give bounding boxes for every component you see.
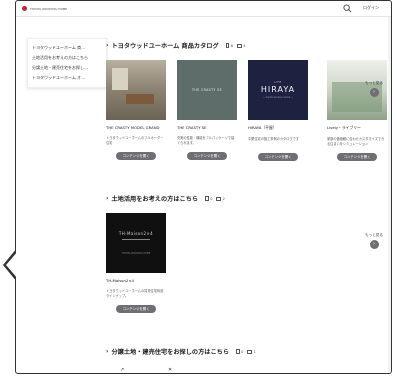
brand-mark-icon: [22, 6, 27, 11]
section-title-text: 土地活用をお考えの方はこちら: [111, 196, 199, 203]
card-thumbnail[interactable]: LIFE HIRAYA ― toyota woodyou home ―: [248, 60, 308, 120]
open-content-button[interactable]: コンテンツを開く: [337, 153, 377, 161]
open-content-button[interactable]: コンテンツを開く: [187, 152, 227, 160]
cover-title: HIRAYA: [260, 85, 296, 94]
sidebar-item-land-use[interactable]: 土地活用をお考えの方はこちら: [32, 53, 102, 63]
cover-footer: ― toyota woodyou home ―: [262, 96, 294, 99]
more-label: もっと見る: [365, 81, 383, 85]
chevron-right-icon: ›: [106, 195, 109, 202]
section-meta: 0 2: [205, 196, 225, 201]
folder-count: 1: [253, 349, 256, 354]
cover-rule: [122, 239, 150, 240]
section-title-text: 分譲土地・建売住宅をお探しの方はこちら: [111, 349, 230, 356]
card-title: Lively・ライブリー: [327, 125, 361, 130]
sidebar-item-subdivision[interactable]: 分譲土地・建売住宅をお探し…: [32, 63, 102, 73]
section-title-land-use[interactable]: › 土地活用をお考えの方はこちら 0 2: [106, 194, 225, 203]
brand-text: TOYOTA WOODYOU HOME: [30, 6, 68, 11]
arrow-right-icon[interactable]: ›: [369, 88, 379, 97]
card-title: HIRAYA（平屋）: [248, 125, 277, 130]
document-icon: [225, 43, 230, 48]
content-card[interactable]: TH-Maison2×4 TOYOTA WOODYOU HOME TH-Mais…: [106, 213, 166, 313]
folder-icon: [236, 43, 242, 48]
cover-footer: TOYOTA WOODYOU HOME: [121, 252, 151, 255]
card-thumbnail[interactable]: [106, 60, 166, 120]
svg-text:✕: ✕: [168, 367, 172, 373]
card-description: 平屋住宅の施工事例のカタログです: [248, 137, 299, 141]
more-label: もっと見る: [365, 233, 383, 237]
doc-count: 0: [241, 349, 244, 354]
doc-count: 0: [210, 196, 213, 201]
cover-subtitle: LIFE: [274, 81, 282, 84]
scroll-right-button[interactable]: もっと見る ›: [365, 233, 383, 249]
chevron-right-icon: ›: [106, 348, 109, 355]
partial-thumbnail-icons: ↗ ✕: [120, 367, 172, 373]
content-card[interactable]: LIFE HIRAYA ― toyota woodyou home ― HIRA…: [248, 60, 308, 161]
chevron-right-icon: ›: [106, 42, 109, 49]
top-bar: TOYOTA WOODYOU HOME ログイン: [16, 1, 391, 17]
section-meta: 0 1: [236, 349, 256, 354]
card-title: THE CRASTY MODEL GRAND: [106, 125, 160, 130]
sidebar-item-other[interactable]: トヨタウッドユーホーム オ…: [32, 73, 102, 83]
section-title-text: トヨタウッドユーホーム 商品カタログ: [111, 43, 219, 50]
card-thumbnail[interactable]: THE CRASTY SE: [177, 60, 237, 120]
login-link[interactable]: ログイン: [363, 5, 379, 11]
doc-count: 8: [230, 43, 234, 48]
content-card[interactable]: THE CRASTY MODEL GRAND トヨタウッドユーホームのフルオーダ…: [106, 60, 166, 160]
card-description: トヨタウッドユーホームの賃貸住宅商品ラインナップ。: [106, 289, 164, 298]
card-title: TH-Maison2×4: [106, 278, 134, 283]
cover-text: THE CRASTY SE: [191, 88, 223, 92]
folder-count: 2: [222, 196, 225, 201]
card-title: THE CRASTY SE: [177, 125, 207, 130]
card-description: トヨタウッドユーホームのフルオーダー住宅: [106, 136, 164, 145]
sidebar-item-catalog[interactable]: トヨタウッドユーホーム 商…: [32, 43, 102, 53]
card-thumbnail[interactable]: TH-Maison2×4 TOYOTA WOODYOU HOME: [106, 213, 166, 273]
folder-icon: [216, 196, 222, 201]
open-content-button[interactable]: コンテンツを開く: [258, 153, 298, 161]
card-description: 充実の性能・機能をフルパッケージで建てられます。: [177, 136, 235, 145]
svg-text:↗: ↗: [120, 367, 124, 373]
page-frame: TOYOTA WOODYOU HOME ログイン トヨタウッドユーホーム 商… …: [15, 0, 392, 374]
open-content-button[interactable]: コンテンツを開く: [116, 305, 156, 313]
content-card[interactable]: THE CRASTY SE THE CRASTY SE 充実の性能・機能をフルパ…: [177, 60, 237, 160]
section-title-catalog[interactable]: › トヨタウッドユーホーム 商品カタログ 8 4: [106, 41, 245, 50]
callout-pointer-fill: [5, 250, 18, 279]
open-content-button[interactable]: コンテンツを開く: [116, 152, 156, 160]
scrollbar[interactable]: [388, 17, 391, 373]
document-icon: [205, 196, 209, 201]
brand-logo[interactable]: TOYOTA WOODYOU HOME: [22, 6, 67, 11]
scroll-right-button[interactable]: もっと見る ›: [365, 81, 383, 97]
section-meta: 8 4: [225, 43, 246, 48]
search-icon[interactable]: [343, 4, 352, 13]
document-icon: [236, 349, 240, 354]
section-title-subdivision[interactable]: › 分譲土地・建売住宅をお探しの方はこちら 0 1: [106, 347, 256, 356]
cover-title: TH-Maison2×4: [118, 231, 154, 236]
folder-count: 4: [243, 43, 246, 48]
card-description: 家族の価値観に合わせカスタマイズできる住まいをシミュレーション: [327, 137, 385, 146]
arrow-right-icon[interactable]: ›: [369, 240, 379, 249]
sidebar-menu: トヨタウッドユーホーム 商… 土地活用をお考えの方はこちら 分譲土地・建売住宅を…: [27, 38, 107, 88]
folder-icon: [246, 349, 252, 354]
content-card[interactable]: Lively・ライブリー 家族の価値観に合わせカスタマイズできる住まいをシミュレ…: [327, 60, 387, 161]
